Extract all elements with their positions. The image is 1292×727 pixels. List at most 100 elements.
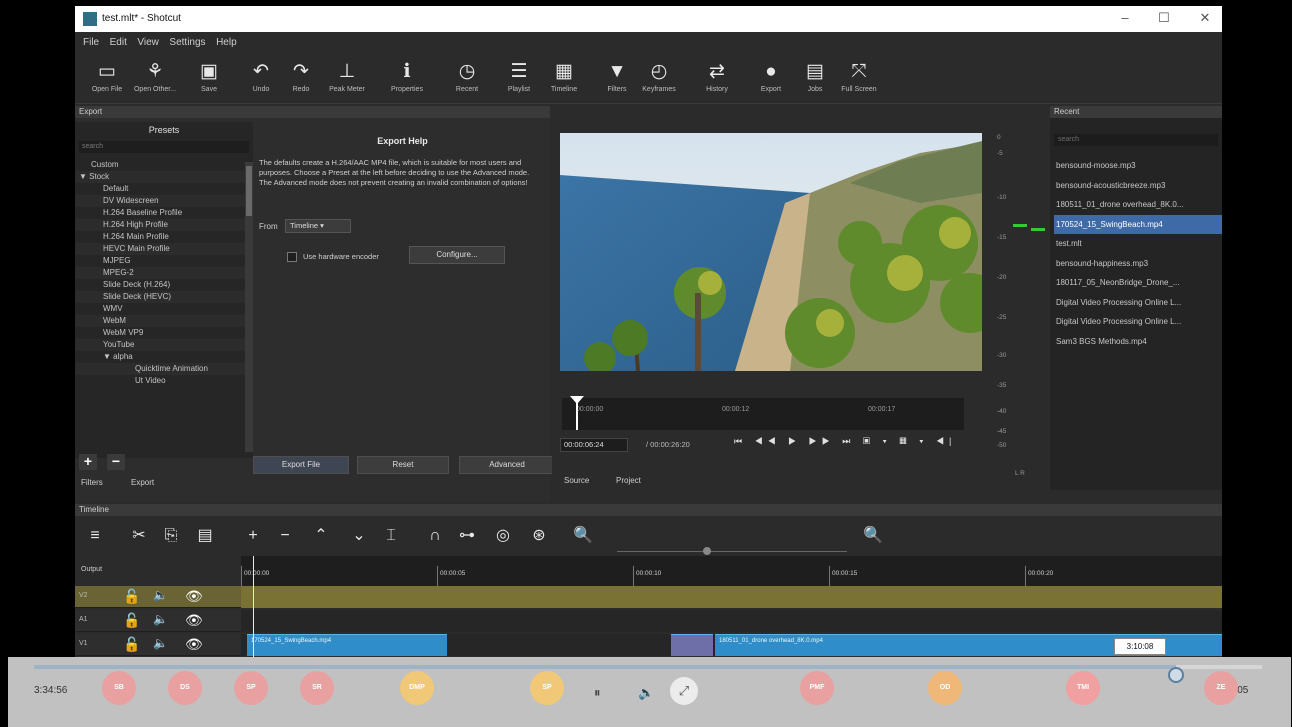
preset-item[interactable]: ▼ Stock	[75, 171, 253, 183]
pause-icon[interactable]: ⏸	[594, 685, 601, 701]
peak-meter-button[interactable]: ⊥ Peak Meter	[323, 58, 371, 102]
remove-icon[interactable]: −	[273, 524, 297, 548]
chapter-badge[interactable]: SB	[102, 671, 136, 705]
filters-button[interactable]: ▼ Filters	[593, 58, 641, 102]
timeline-menu-icon[interactable]: ≡	[83, 524, 107, 548]
track-area[interactable]	[241, 586, 1222, 608]
preset-item[interactable]: H.264 High Profile	[75, 219, 253, 231]
menu-edit[interactable]: Edit	[110, 37, 127, 48]
save-button[interactable]: ▣ Save	[185, 58, 233, 102]
recent-item[interactable]: Digital Video Processing Online L...	[1054, 312, 1222, 332]
split-icon[interactable]: ⌶	[379, 524, 403, 548]
preset-item[interactable]: Slide Deck (HEVC)	[75, 291, 253, 303]
preset-item[interactable]: HEVC Main Profile	[75, 243, 253, 255]
player-scrubber[interactable]: 00:00:00 00:00:12 00:00:17	[562, 396, 964, 430]
overwrite-icon[interactable]: ⌄	[347, 524, 371, 548]
chapter-badge[interactable]: OD	[928, 671, 962, 705]
timeline-clip[interactable]: 170524_15_SwingBeach.mp4	[247, 634, 447, 656]
preset-item[interactable]: ▼ alpha	[75, 351, 253, 363]
jobs-button[interactable]: ▤ Jobs	[791, 58, 839, 102]
export-file-button[interactable]: Export File	[253, 456, 349, 474]
eye-icon[interactable]: 👁	[185, 636, 203, 653]
zoom-slider-handle[interactable]	[703, 547, 711, 555]
from-select[interactable]: Timeline ▾	[285, 219, 351, 233]
progress-handle[interactable]	[1168, 667, 1185, 683]
timeline-button[interactable]: ▦ Timeline	[540, 58, 588, 102]
menu-view[interactable]: View	[137, 37, 159, 48]
tab-export[interactable]: Export	[131, 478, 154, 487]
expand-icon[interactable]: ⤢	[670, 677, 698, 705]
tab-filters[interactable]: Filters	[81, 478, 103, 487]
preset-item[interactable]: Custom	[75, 159, 253, 171]
recent-item[interactable]: bensound-happiness.mp3	[1054, 254, 1222, 274]
tab-source[interactable]: Source	[564, 476, 589, 485]
menu-file[interactable]: File	[83, 37, 99, 48]
preset-item[interactable]: Ut Video	[75, 375, 253, 387]
properties-button[interactable]: ℹ Properties	[383, 58, 431, 102]
recent-button[interactable]: ◷ Recent	[443, 58, 491, 102]
preset-item[interactable]: DV Widescreen	[75, 195, 253, 207]
cut-icon[interactable]: ✂	[127, 524, 151, 548]
open-file-button[interactable]: ▭ Open File	[83, 58, 131, 102]
mute-icon[interactable]: 🔈	[153, 588, 168, 602]
recent-item[interactable]: 170524_15_SwingBeach.mp4	[1054, 214, 1222, 234]
video-preview[interactable]	[560, 133, 982, 371]
chapter-badge[interactable]: DS	[168, 671, 202, 705]
add-preset-icon[interactable]: +	[79, 454, 97, 470]
recent-item[interactable]: bensound-acousticbreeze.mp3	[1054, 176, 1222, 196]
recent-item[interactable]: 180511_01_drone overhead_8K.0...	[1054, 195, 1222, 215]
append-icon[interactable]: +	[241, 524, 265, 548]
chapter-badge[interactable]: SP	[530, 671, 564, 705]
eye-icon[interactable]: 👁	[185, 612, 203, 629]
lift-icon[interactable]: ⌃	[309, 524, 333, 548]
keyframes-button[interactable]: ◴ Keyframes	[635, 58, 683, 102]
chapter-badge[interactable]: DMP	[400, 671, 434, 705]
zoom-slider[interactable]	[617, 551, 847, 552]
configure-button[interactable]: Configure...	[409, 246, 505, 264]
recent-item[interactable]: Sam3 BGS Methods.mp4	[1054, 332, 1222, 352]
chapter-badge[interactable]: SP	[234, 671, 268, 705]
preset-item[interactable]: WebM VP9	[75, 327, 253, 339]
preset-item[interactable]: H.264 Main Profile	[75, 231, 253, 243]
volume-icon[interactable]: 🔈	[638, 685, 654, 701]
ripple-icon[interactable]: ◎	[491, 524, 515, 548]
transport-controls[interactable]: ⏮ ◀◀ ▶ ▶▶ ⏭ ▣ ▾ ▦ ▾ ◀|	[734, 436, 956, 447]
chapter-badge[interactable]: PMF	[800, 671, 834, 705]
lock-icon[interactable]: 🔓	[123, 636, 140, 653]
full-screen-button[interactable]: ⤧ Full Screen	[835, 58, 883, 102]
chapter-badge[interactable]: ZE	[1204, 671, 1238, 705]
menu-help[interactable]: Help	[216, 37, 237, 48]
menu-settings[interactable]: Settings	[169, 37, 205, 48]
mute-icon[interactable]: 🔈	[153, 636, 168, 650]
lock-icon[interactable]: 🔓	[123, 588, 140, 605]
history-button[interactable]: ⇄ History	[693, 58, 741, 102]
progress-bar[interactable]	[34, 665, 1262, 683]
preset-item[interactable]: H.264 Baseline Profile	[75, 207, 253, 219]
minimize-icon[interactable]: –	[1113, 10, 1137, 28]
zoom-out-icon[interactable]: 🔍	[571, 524, 595, 548]
transition-clip[interactable]	[671, 634, 713, 656]
chapter-badge[interactable]: SR	[300, 671, 334, 705]
track-area[interactable]	[241, 610, 1222, 632]
preset-item[interactable]: MPEG-2	[75, 267, 253, 279]
preset-item[interactable]: WMV	[75, 303, 253, 315]
open-other-button[interactable]: ⚘ Open Other...	[131, 58, 179, 102]
remove-preset-icon[interactable]: −	[107, 454, 125, 470]
chapter-badge[interactable]: TMI	[1066, 671, 1100, 705]
export-button[interactable]: ● Export	[747, 58, 795, 102]
copy-icon[interactable]: ⎘	[159, 524, 183, 548]
hardware-encoder-checkbox[interactable]	[287, 252, 297, 262]
lock-icon[interactable]: 🔓	[123, 612, 140, 629]
preset-item[interactable]: Default	[75, 183, 253, 195]
reset-button[interactable]: Reset	[357, 456, 449, 474]
close-icon[interactable]: ✕	[1193, 10, 1217, 28]
preset-item[interactable]: WebM	[75, 315, 253, 327]
recent-item[interactable]: test.mlt	[1054, 234, 1222, 254]
recent-item[interactable]: bensound-moose.mp3	[1054, 156, 1222, 176]
preset-item[interactable]: MJPEG	[75, 255, 253, 267]
timeline-ruler[interactable]: 00:00:00 00:00:05 00:00:10 00:00:15 00:0…	[241, 556, 1222, 586]
snap-icon[interactable]: ∩	[423, 524, 447, 548]
playhead[interactable]	[576, 398, 578, 430]
redo-button[interactable]: ↷ Redo	[277, 58, 325, 102]
paste-icon[interactable]: ▤	[193, 524, 217, 548]
